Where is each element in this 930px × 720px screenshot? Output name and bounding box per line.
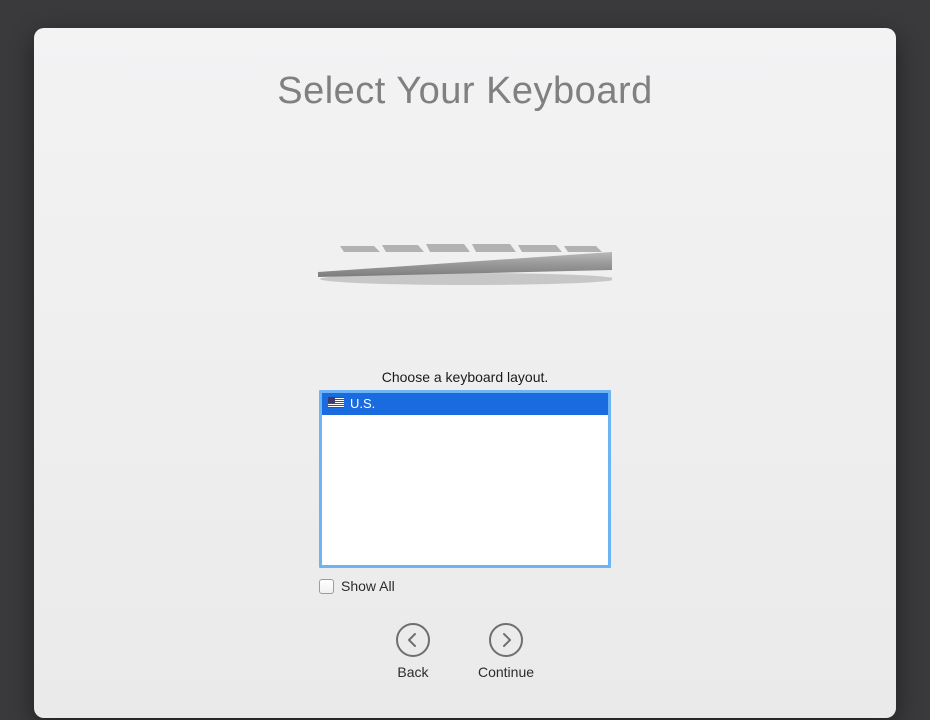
show-all-label: Show All: [341, 578, 395, 594]
arrow-right-icon: [489, 623, 523, 657]
keyboard-layout-list[interactable]: U.S.: [319, 390, 611, 568]
show-all-row[interactable]: Show All: [319, 578, 611, 594]
continue-label: Continue: [478, 664, 534, 680]
nav-row: Back Continue: [34, 623, 896, 680]
prompt-text: Choose a keyboard layout.: [34, 369, 896, 385]
keyboard-illustration: [318, 230, 612, 298]
setup-assistant-window: Select Your Keyboard: [34, 28, 896, 718]
continue-button[interactable]: Continue: [478, 623, 534, 680]
back-button[interactable]: Back: [396, 623, 430, 680]
keyboard-layout-item-us[interactable]: U.S.: [322, 393, 608, 415]
keyboard-layout-item-label: U.S.: [350, 393, 375, 415]
us-flag-icon: [328, 393, 344, 415]
desktop-background: Select Your Keyboard: [0, 0, 930, 720]
arrow-left-icon: [396, 623, 430, 657]
back-label: Back: [397, 664, 428, 680]
page-title: Select Your Keyboard: [34, 28, 896, 113]
show-all-checkbox[interactable]: [319, 579, 334, 594]
